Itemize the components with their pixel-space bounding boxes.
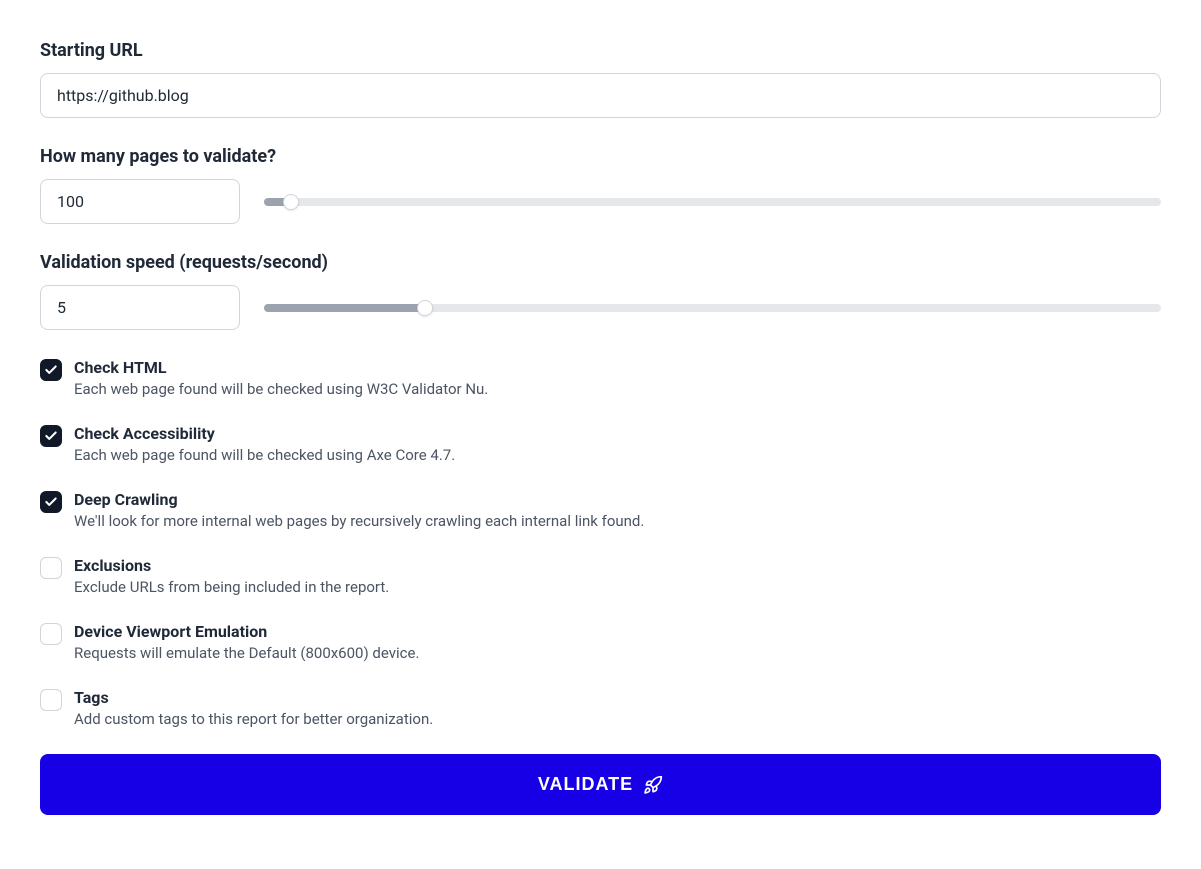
option-title-deep-crawling: Deep Crawling [74,490,1161,509]
checkbox-check-html[interactable] [40,359,62,381]
option-check-html: Check HTML Each web page found will be ch… [40,358,1161,400]
option-content-check-accessibility: Check Accessibility Each web page found w… [74,424,1161,466]
checkbox-exclusions[interactable] [40,557,62,579]
option-row-device-viewport: Device Viewport Emulation Requests will e… [40,622,1161,664]
option-description-check-accessibility: Each web page found will be checked usin… [74,445,1161,466]
pages-slider-row [40,179,1161,224]
validate-button-label: VALIDATE [538,774,633,795]
checkbox-check-accessibility[interactable] [40,425,62,447]
option-title-tags: Tags [74,688,1161,707]
validation-speed-label: Validation speed (requests/second) [40,252,1161,273]
option-content-tags: Tags Add custom tags to this report for b… [74,688,1161,730]
checkbox-deep-crawling[interactable] [40,491,62,513]
pages-to-validate-group: How many pages to validate? [40,146,1161,224]
speed-slider-thumb[interactable] [417,300,433,316]
option-content-device-viewport: Device Viewport Emulation Requests will e… [74,622,1161,664]
option-title-exclusions: Exclusions [74,556,1161,575]
speed-slider[interactable] [264,298,1161,318]
option-check-accessibility: Check Accessibility Each web page found w… [40,424,1161,466]
option-description-deep-crawling: We'll look for more internal web pages b… [74,511,1161,532]
checkbox-tags[interactable] [40,689,62,711]
option-description-check-html: Each web page found will be checked usin… [74,379,1161,400]
options-container: Check HTML Each web page found will be ch… [40,358,1161,730]
option-title-check-accessibility: Check Accessibility [74,424,1161,443]
starting-url-group: Starting URL [40,40,1161,118]
option-content-check-html: Check HTML Each web page found will be ch… [74,358,1161,400]
starting-url-input[interactable] [40,73,1161,118]
option-device-viewport: Device Viewport Emulation Requests will e… [40,622,1161,664]
option-title-device-viewport: Device Viewport Emulation [74,622,1161,641]
speed-slider-row [40,285,1161,330]
validation-speed-input[interactable] [40,285,240,330]
pages-to-validate-input[interactable] [40,179,240,224]
speed-slider-track [264,304,1161,312]
speed-slider-fill [264,304,425,312]
pages-slider-thumb[interactable] [283,194,299,210]
option-row-check-accessibility: Check Accessibility Each web page found w… [40,424,1161,466]
option-row-exclusions: Exclusions Exclude URLs from being includ… [40,556,1161,598]
starting-url-label: Starting URL [40,40,1161,61]
option-row-check-html: Check HTML Each web page found will be ch… [40,358,1161,400]
option-content-exclusions: Exclusions Exclude URLs from being includ… [74,556,1161,598]
pages-to-validate-label: How many pages to validate? [40,146,1161,167]
option-description-exclusions: Exclude URLs from being included in the … [74,577,1161,598]
option-row-tags: Tags Add custom tags to this report for b… [40,688,1161,730]
option-row-deep-crawling: Deep Crawling We'll look for more interna… [40,490,1161,532]
pages-slider[interactable] [264,192,1161,212]
validation-speed-group: Validation speed (requests/second) [40,252,1161,330]
rocket-icon [643,775,663,795]
option-title-check-html: Check HTML [74,358,1161,377]
option-exclusions: Exclusions Exclude URLs from being includ… [40,556,1161,598]
option-description-tags: Add custom tags to this report for bette… [74,709,1161,730]
checkbox-device-viewport[interactable] [40,623,62,645]
option-description-device-viewport: Requests will emulate the Default (800x6… [74,643,1161,664]
pages-slider-track [264,198,1161,206]
option-deep-crawling: Deep Crawling We'll look for more interna… [40,490,1161,532]
option-tags: Tags Add custom tags to this report for b… [40,688,1161,730]
option-content-deep-crawling: Deep Crawling We'll look for more interna… [74,490,1161,532]
validate-button[interactable]: VALIDATE [40,754,1161,815]
